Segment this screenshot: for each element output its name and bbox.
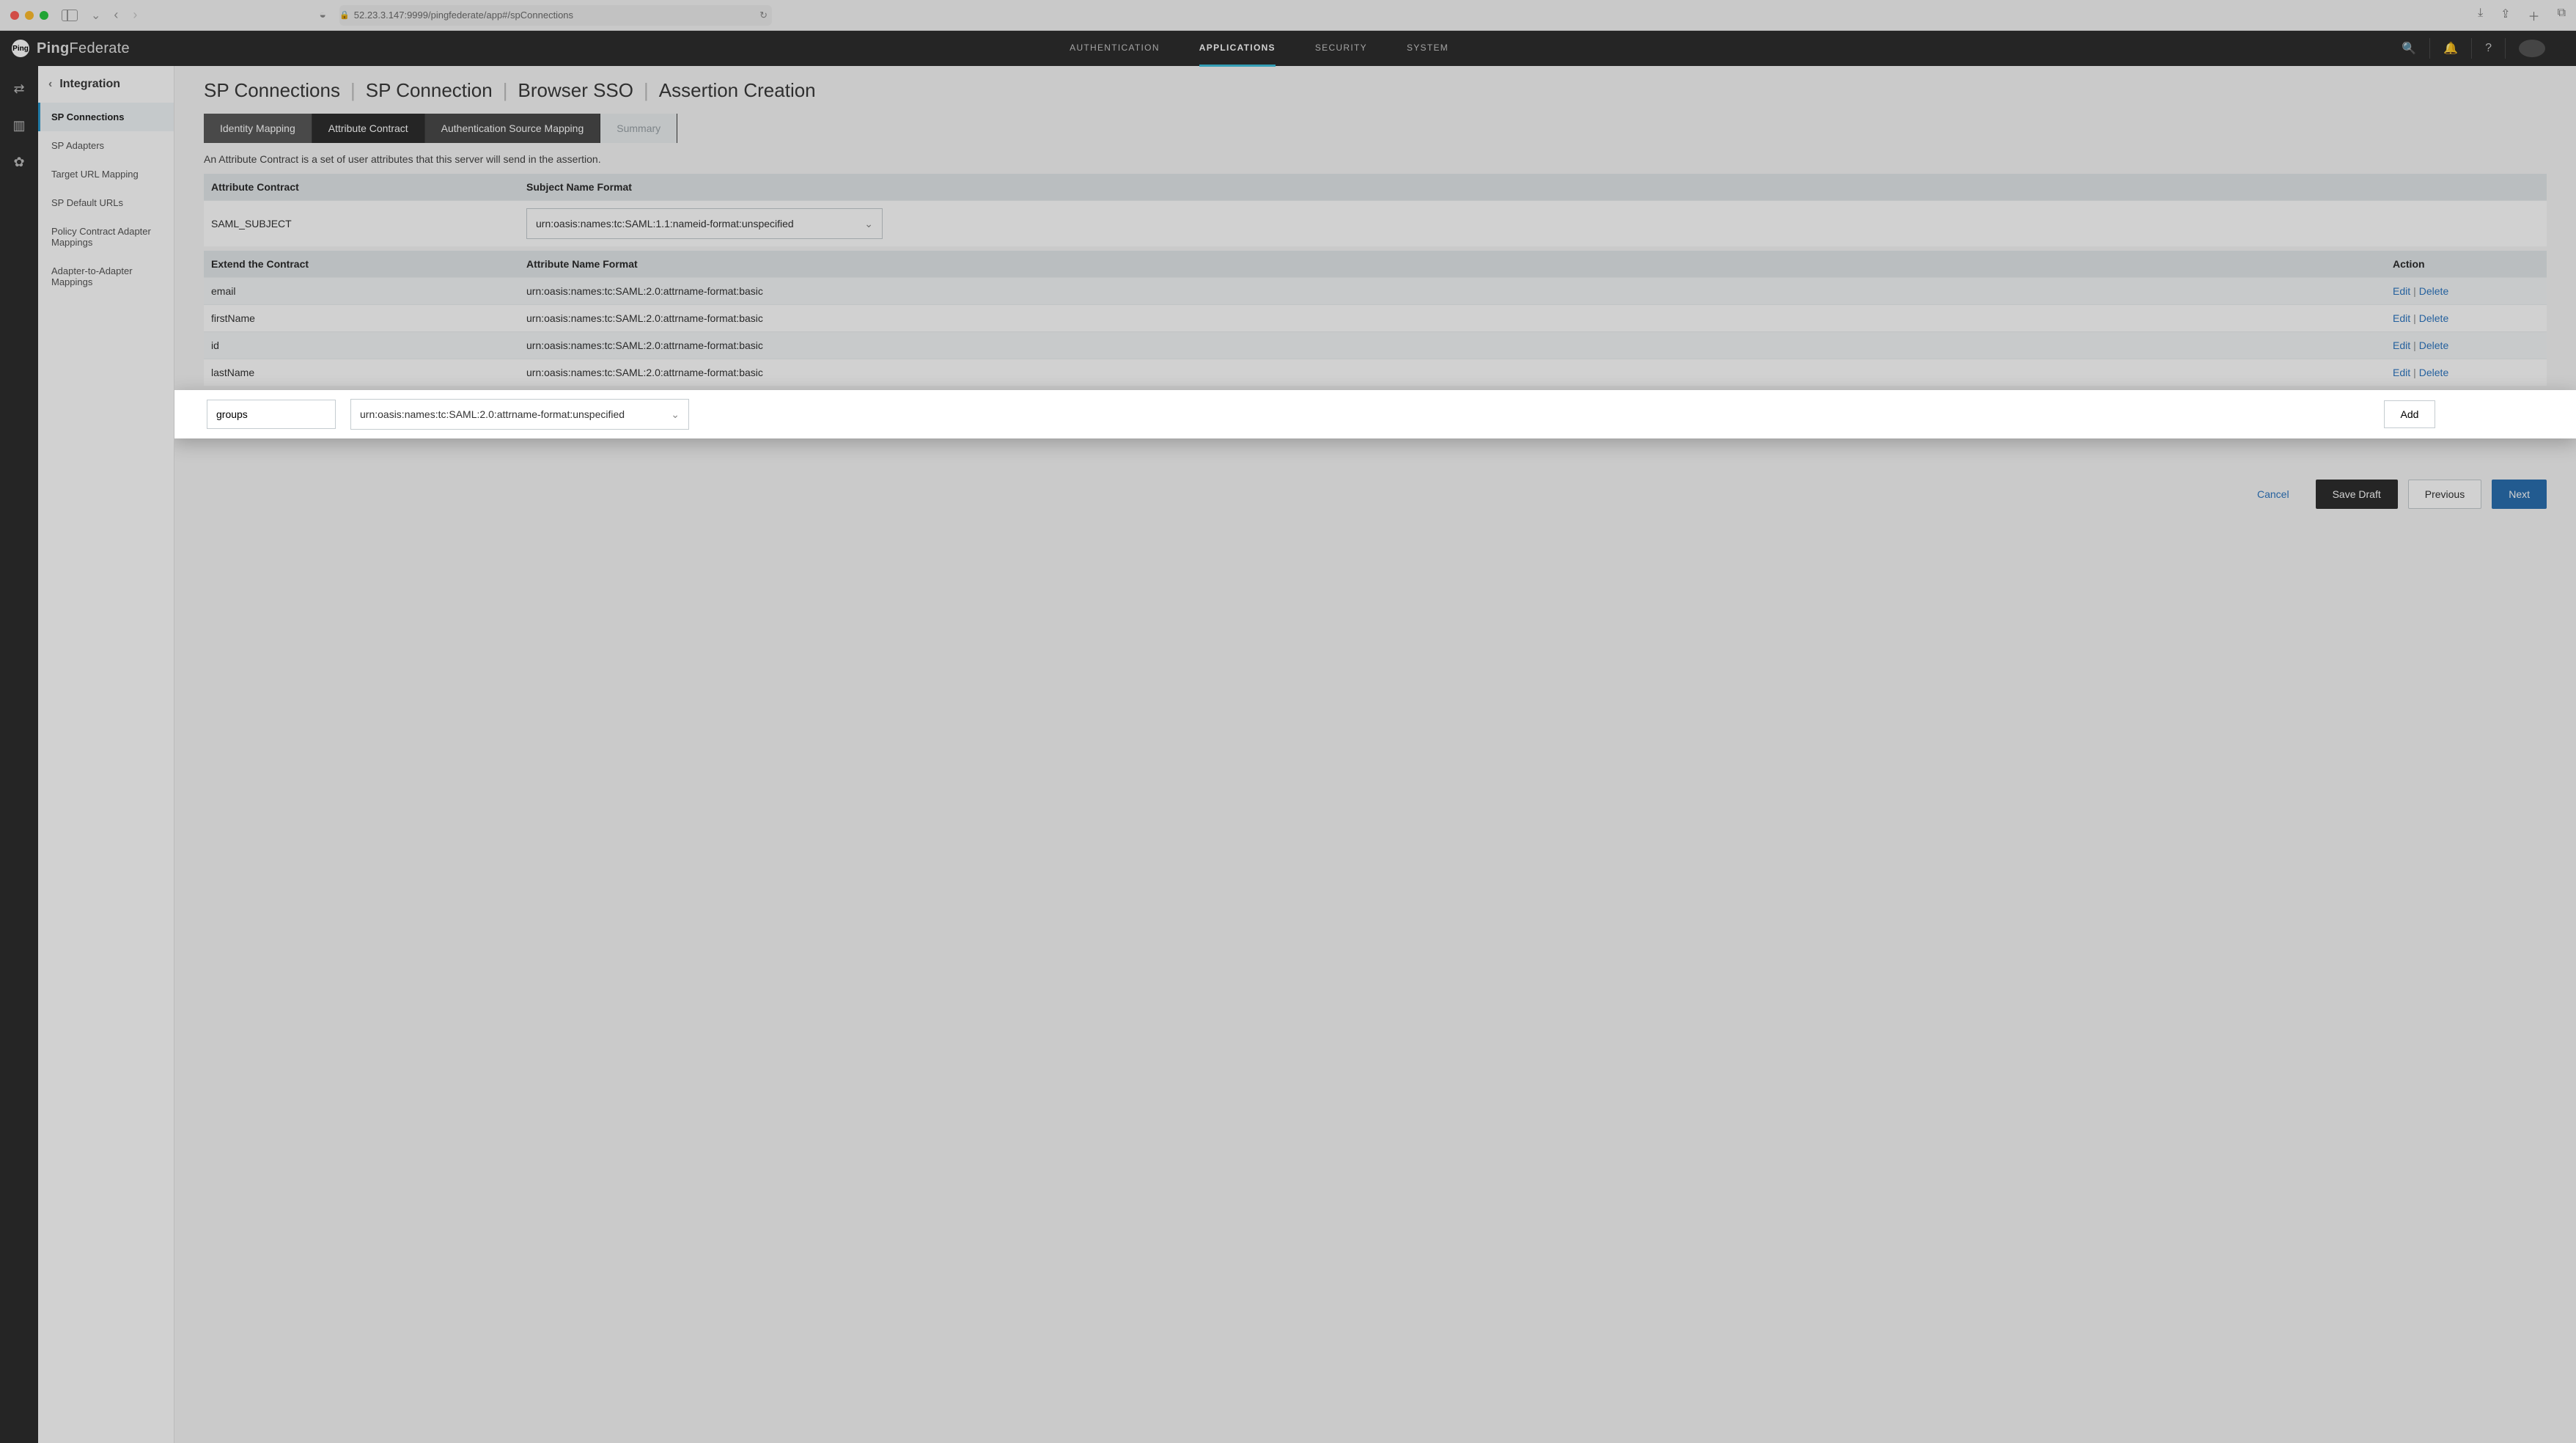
add-button[interactable]: Add: [2384, 400, 2435, 428]
th-extend-contract: Extend the Contract: [204, 251, 519, 278]
cell-fmt: urn:oasis:names:tc:SAML:2.0:attrname-for…: [519, 305, 2385, 332]
crumb-browser-sso[interactable]: Browser SSO: [518, 79, 634, 102]
sidebar-item-adapter-to-adapter-mappings[interactable]: Adapter-to-Adapter Mappings: [38, 257, 174, 296]
previous-button[interactable]: Previous: [2408, 480, 2481, 509]
select-value: urn:oasis:names:tc:SAML:2.0:attrname-for…: [360, 408, 625, 420]
window-controls: [10, 11, 48, 20]
delete-link[interactable]: Delete: [2419, 339, 2448, 351]
th-subject-name-format: Subject Name Format: [519, 174, 2547, 201]
crumb-assertion-creation: Assertion Creation: [659, 79, 816, 102]
reload-icon[interactable]: ↻: [759, 10, 768, 21]
cancel-button[interactable]: Cancel: [2241, 480, 2305, 509]
cell-attr: lastName: [204, 359, 519, 386]
nav-authentication[interactable]: AUTHENTICATION: [1070, 31, 1160, 67]
search-icon[interactable]: 🔍: [2388, 38, 2429, 59]
side-panel: ‹ Integration SP Connections SP Adapters…: [38, 66, 174, 1443]
cell-attr: email: [204, 278, 519, 305]
rail-settings-icon[interactable]: ✿: [11, 154, 27, 170]
new-attribute-format-select[interactable]: urn:oasis:names:tc:SAML:2.0:attrname-for…: [350, 399, 689, 430]
lock-icon: 🔒: [339, 10, 350, 20]
notifications-icon[interactable]: 🔔: [2429, 38, 2471, 59]
cell-saml-subject: SAML_SUBJECT: [204, 201, 519, 247]
edit-link[interactable]: Edit: [2393, 339, 2410, 351]
nav-system[interactable]: SYSTEM: [1407, 31, 1449, 67]
sidebar-item-sp-adapters[interactable]: SP Adapters: [38, 131, 174, 160]
table-row: SAML_SUBJECT urn:oasis:names:tc:SAML:1.1…: [204, 201, 2547, 247]
download-icon[interactable]: ⤓: [2478, 7, 2483, 24]
url-text: 52.23.3.147:9999/pingfederate/app#/spCon…: [354, 10, 573, 21]
dropdown-caret-icon[interactable]: ⌄: [91, 8, 100, 23]
side-panel-title: Integration: [59, 78, 120, 91]
forward-icon: ›: [133, 7, 137, 23]
edit-link[interactable]: Edit: [2393, 367, 2410, 378]
extend-contract-table: Extend the Contract Attribute Name Forma…: [204, 251, 2547, 386]
breadcrumb: SP Connections| SP Connection| Browser S…: [204, 79, 2547, 102]
sidebar-item-policy-contract-adapter-mappings[interactable]: Policy Contract Adapter Mappings: [38, 217, 174, 257]
rail-token-icon[interactable]: ▥: [11, 117, 27, 133]
chevron-down-icon: ⌄: [671, 408, 680, 421]
select-value: urn:oasis:names:tc:SAML:1.1:nameid-forma…: [536, 218, 794, 230]
cell-attr: id: [204, 332, 519, 359]
th-attr-name-format: Attribute Name Format: [519, 251, 2385, 278]
left-rail: ⇄ ▥ ✿: [0, 66, 38, 1443]
th-action: Action: [2385, 251, 2547, 278]
cell-fmt: urn:oasis:names:tc:SAML:2.0:attrname-for…: [519, 278, 2385, 305]
crumb-sp-connection[interactable]: SP Connection: [366, 79, 493, 102]
nav-security[interactable]: SECURITY: [1315, 31, 1367, 67]
wizard-footer: Cancel Save Draft Previous Next: [204, 480, 2547, 509]
sidebar-item-sp-connections[interactable]: SP Connections: [38, 103, 174, 131]
sidebar-item-target-url-mapping[interactable]: Target URL Mapping: [38, 160, 174, 188]
main-content: SP Connections| SP Connection| Browser S…: [174, 66, 2576, 1443]
primary-nav: AUTHENTICATION APPLICATIONS SECURITY SYS…: [1070, 31, 1449, 67]
chevron-down-icon: ⌄: [864, 218, 873, 230]
table-row: id urn:oasis:names:tc:SAML:2.0:attrname-…: [204, 332, 2547, 359]
wizard-tabs: Identity Mapping Attribute Contract Auth…: [204, 114, 2547, 143]
delete-link[interactable]: Delete: [2419, 312, 2448, 324]
edit-link[interactable]: Edit: [2393, 312, 2410, 324]
delete-link[interactable]: Delete: [2419, 285, 2448, 297]
table-row: email urn:oasis:names:tc:SAML:2.0:attrna…: [204, 278, 2547, 305]
tab-identity-mapping[interactable]: Identity Mapping: [204, 114, 312, 143]
help-icon[interactable]: ?: [2471, 38, 2505, 59]
back-icon[interactable]: ‹: [114, 7, 118, 23]
privacy-shield-icon[interactable]: ◒: [319, 9, 326, 22]
sidebar-toggle-icon[interactable]: [62, 10, 78, 21]
crumb-sp-connections[interactable]: SP Connections: [204, 79, 340, 102]
tabs-icon[interactable]: ⧉: [2558, 7, 2566, 24]
tab-auth-source-mapping[interactable]: Authentication Source Mapping: [425, 114, 601, 143]
minimize-window-icon[interactable]: [25, 11, 34, 20]
sidebar-item-sp-default-urls[interactable]: SP Default URLs: [38, 188, 174, 217]
attribute-contract-table: Attribute Contract Subject Name Format S…: [204, 174, 2547, 246]
new-attribute-input[interactable]: [207, 400, 336, 429]
close-window-icon[interactable]: [10, 11, 19, 20]
ping-logo-icon: Ping: [12, 40, 29, 57]
address-bar[interactable]: 🔒 52.23.3.147:9999/pingfederate/app#/spC…: [339, 5, 772, 26]
app-top-bar: Ping PingFederate AUTHENTICATION APPLICA…: [0, 31, 2576, 66]
help-text: An Attribute Contract is a set of user a…: [204, 153, 2547, 165]
table-row: firstName urn:oasis:names:tc:SAML:2.0:at…: [204, 305, 2547, 332]
rail-integration-icon[interactable]: ⇄: [11, 81, 27, 97]
chevron-left-icon[interactable]: ‹: [48, 78, 52, 91]
subject-format-select[interactable]: urn:oasis:names:tc:SAML:1.1:nameid-forma…: [526, 208, 883, 239]
table-row: lastName urn:oasis:names:tc:SAML:2.0:att…: [204, 359, 2547, 386]
user-avatar-icon[interactable]: [2505, 38, 2558, 59]
tab-attribute-contract[interactable]: Attribute Contract: [312, 114, 425, 143]
new-tab-icon[interactable]: ＋: [2528, 7, 2540, 24]
nav-applications[interactable]: APPLICATIONS: [1199, 31, 1276, 67]
cell-attr: firstName: [204, 305, 519, 332]
cell-fmt: urn:oasis:names:tc:SAML:2.0:attrname-for…: [519, 359, 2385, 386]
cell-fmt: urn:oasis:names:tc:SAML:2.0:attrname-for…: [519, 332, 2385, 359]
brand-text: PingFederate: [37, 40, 130, 57]
add-attribute-row: urn:oasis:names:tc:SAML:2.0:attrname-for…: [174, 390, 2576, 438]
zoom-window-icon[interactable]: [40, 11, 48, 20]
tab-summary: Summary: [600, 114, 677, 143]
share-icon[interactable]: ⇪: [2500, 7, 2510, 24]
delete-link[interactable]: Delete: [2419, 367, 2448, 378]
mac-toolbar: ⌄ ‹ › ◒ 🔒 52.23.3.147:9999/pingfederate/…: [0, 0, 2576, 31]
th-attribute-contract: Attribute Contract: [204, 174, 519, 201]
edit-link[interactable]: Edit: [2393, 285, 2410, 297]
save-draft-button[interactable]: Save Draft: [2316, 480, 2398, 509]
next-button[interactable]: Next: [2492, 480, 2547, 509]
